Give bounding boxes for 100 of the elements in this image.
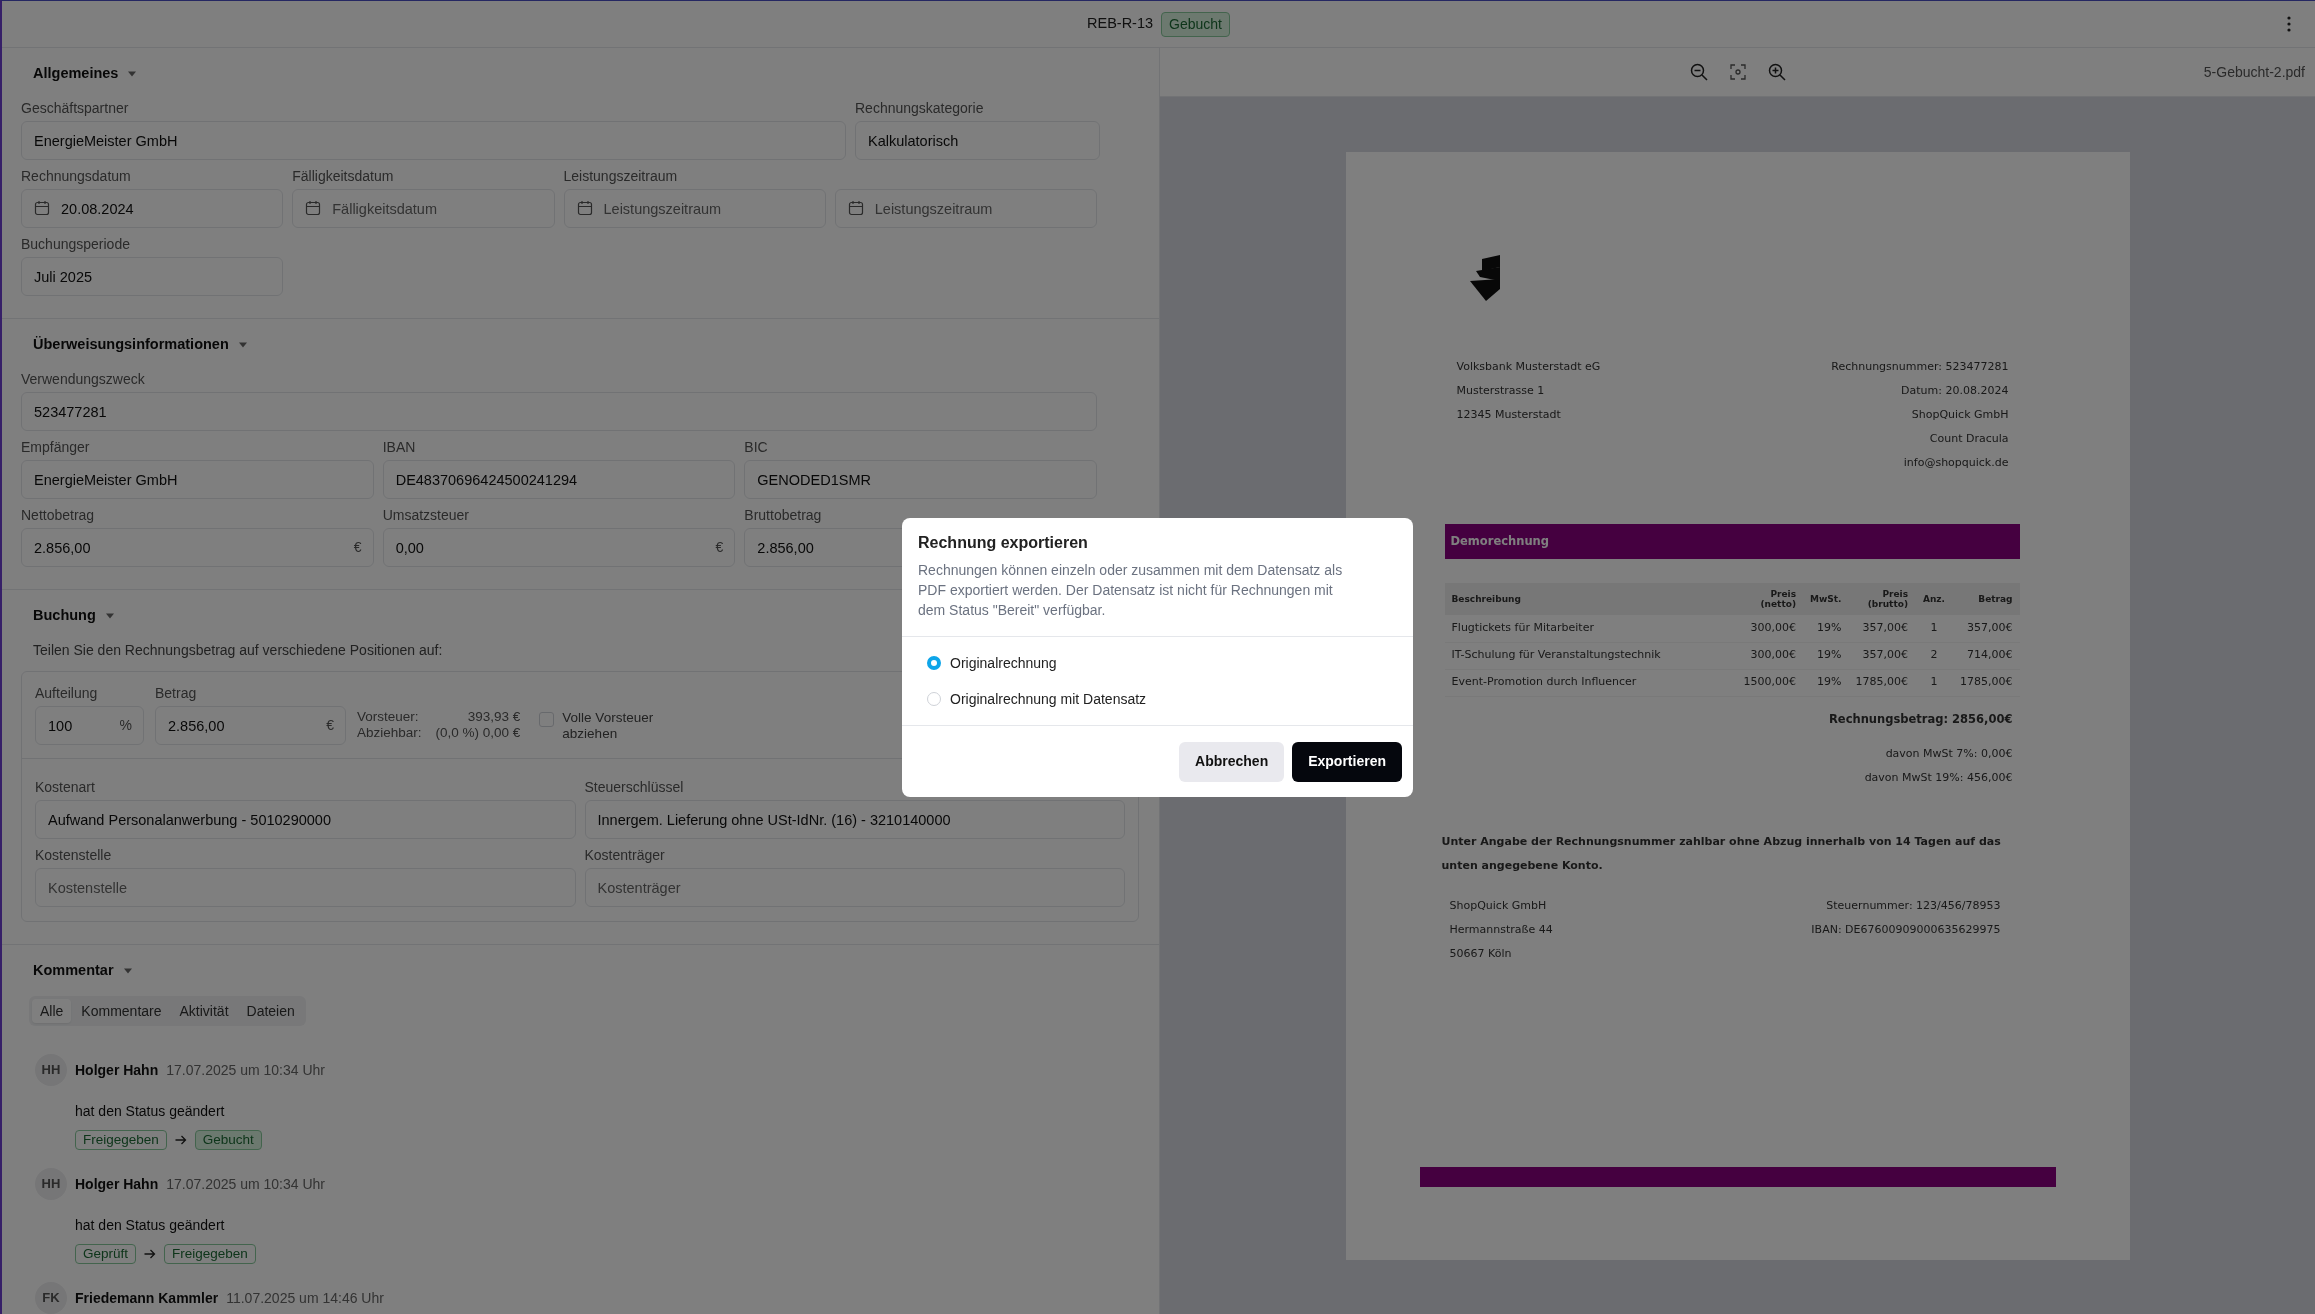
radio-button[interactable]: [927, 691, 941, 706]
tax-label: Vorsteuer:: [357, 709, 420, 725]
activity-text: hat den Status geändert: [75, 1102, 226, 1120]
table-cell: 19%: [1803, 615, 1849, 642]
avatar: HH: [35, 1168, 67, 1200]
radio-button[interactable]: [927, 655, 941, 670]
table-header-cell: Anz.: [1915, 583, 1953, 615]
table-cell: 714,00€: [1953, 642, 2020, 669]
currency-suffix: €: [326, 716, 334, 734]
tax-line: davon MwSt 19%: 456,00€: [1863, 769, 2013, 786]
footer-line: 50667 Köln: [1449, 945, 1513, 962]
section-title[interactable]: Buchung: [33, 605, 96, 627]
input-field[interactable]: EnergieMeister GmbH: [21, 460, 374, 499]
table-cell: 19%: [1803, 642, 1849, 669]
status-tag: Gebucht: [1161, 11, 1230, 37]
section-title[interactable]: Überweisungsinformationen: [33, 334, 229, 356]
arrow-icon: [174, 1135, 187, 1145]
invoice-meta-line: Datum: 20.08.2024: [1900, 383, 2009, 399]
section-title[interactable]: Allgemeines: [33, 63, 119, 85]
tab[interactable]: Alle: [32, 999, 72, 1023]
input-field[interactable]: EnergieMeister GmbH: [21, 121, 846, 160]
field-label: Kostenstelle: [35, 846, 113, 864]
checkbox[interactable]: [539, 712, 555, 727]
cancel-button[interactable]: Abbrechen: [1179, 741, 1285, 782]
radio-label[interactable]: Originalrechnung mit Datensatz: [950, 688, 1147, 709]
table-cell: 357,00€: [1848, 642, 1915, 669]
table-cell: 1785,00€: [1848, 669, 1915, 696]
input-field[interactable]: Innergem. Lieferung ohne USt-IdNr. (16) - 3210140000: [584, 800, 1125, 839]
field-label: Betrag: [155, 684, 198, 702]
field-label: Aufteilung: [35, 684, 99, 702]
table-cell: 1: [1915, 615, 1953, 642]
tax-line: davon MwSt 7%: 0,00€: [1884, 745, 2013, 762]
export-button[interactable]: Exportieren: [1292, 741, 1402, 782]
tab[interactable]: Kommentare: [73, 999, 170, 1023]
input-field[interactable]: DE48370696424500241294: [382, 460, 736, 499]
author-name: Holger Hahn: [75, 1174, 159, 1194]
table-cell: 300,00€: [1736, 615, 1803, 642]
table-header-cell: Preis (brutto): [1848, 583, 1915, 615]
date-field[interactable]: Fälligkeitsdatum: [292, 189, 555, 228]
table-cell: 1: [1915, 669, 1953, 696]
currency-suffix: €: [715, 538, 724, 556]
payment-note: Unter Angabe der Rechnungsnummer zahlbar ohne Abzug innerhalb von 14 Tagen auf das unten angegebene Konto.: [1441, 833, 2002, 874]
more-icon[interactable]: [2287, 16, 2291, 32]
table-header-cell: Beschreibung: [1444, 583, 1737, 615]
field-label: Fälligkeitsdatum: [292, 167, 395, 185]
footer-line: IBAN: DE67600909000635629975: [1811, 921, 2001, 938]
footer-line: Hermannstraße 44: [1449, 921, 1553, 938]
input-field[interactable]: GENODED1SMR: [744, 460, 1097, 499]
caret-icon[interactable]: [128, 70, 137, 78]
fit-to-page-icon[interactable]: [1729, 64, 1746, 80]
invoice-meta-line: info@shopquick.de: [1902, 455, 2009, 471]
zoom-in-icon[interactable]: [1767, 63, 1786, 81]
input-field[interactable]: Kostenstelle: [35, 868, 576, 907]
status-tag: Freigegeben: [75, 1130, 167, 1150]
author-name: Holger Hahn: [75, 1060, 159, 1080]
table-header-cell: Betrag: [1953, 583, 2020, 615]
field-label: Kostenart: [35, 778, 96, 796]
field-label: Rechnungskategorie: [855, 99, 985, 117]
table-cell: Flugtickets für Mitarbeiter: [1444, 615, 1737, 642]
date-field[interactable]: 20.08.2024: [21, 189, 284, 228]
input-field[interactable]: Kalkulatorisch: [855, 121, 1100, 160]
status-tag: Geprüft: [75, 1244, 137, 1264]
timestamp: 17.07.2025 um 10:34 Uhr: [166, 1060, 325, 1080]
timestamp: 17.07.2025 um 10:34 Uhr: [166, 1174, 325, 1194]
date-field[interactable]: Leistungszeitraum: [563, 189, 826, 228]
status-tag: Freigegeben: [164, 1244, 256, 1264]
table-cell: Event-Promotion durch Influencer: [1444, 669, 1737, 696]
field-label: Rechnungsdatum: [21, 167, 132, 185]
tab[interactable]: Dateien: [238, 999, 303, 1023]
instruction-text: Teilen Sie den Rechnungsbetrag auf verschiedene Positionen auf:: [32, 641, 444, 659]
radio-label[interactable]: Originalrechnung: [950, 652, 1057, 673]
field-label: Kostenträger: [584, 846, 666, 864]
caret-icon[interactable]: [123, 967, 132, 975]
tax-label: Abziehbar:: [357, 725, 422, 741]
avatar: HH: [35, 1054, 67, 1086]
invoice-banner: Demorechnung: [1444, 524, 2020, 559]
field-label: Umsatzsteuer: [382, 506, 470, 524]
calendar-icon: [34, 200, 50, 216]
field-label: Bruttobetrag: [744, 506, 823, 524]
field-label: Nettobetrag: [21, 506, 96, 524]
calendar-icon: [847, 200, 864, 216]
tab[interactable]: Aktivität: [171, 999, 237, 1023]
input-field[interactable]: Kostenträger: [584, 868, 1125, 907]
zoom-out-icon[interactable]: [1689, 63, 1708, 81]
input-field[interactable]: 523477281: [21, 392, 1097, 431]
avatar: FK: [35, 1282, 67, 1314]
calendar-icon: [576, 200, 593, 216]
section-title[interactable]: Kommentar: [33, 960, 114, 982]
field-label: Verwendungszweck: [21, 370, 146, 388]
input-field[interactable]: Aufwand Personalanwerbung - 5010290000: [35, 800, 576, 839]
currency-suffix: %: [119, 716, 132, 734]
table-cell: 357,00€: [1848, 615, 1915, 642]
field-label: Steuerschlüssel: [584, 778, 685, 796]
invoice-meta-line: Count Dracula: [1928, 431, 2009, 447]
caret-icon[interactable]: [238, 341, 247, 349]
date-field[interactable]: Leistungszeitraum: [834, 189, 1097, 228]
field-label: Empfänger: [21, 438, 91, 456]
caret-icon[interactable]: [105, 612, 114, 620]
input-field[interactable]: Juli 2025: [21, 257, 283, 296]
invoice-meta-line: Rechnungsnummer: 523477281: [1831, 359, 2009, 375]
